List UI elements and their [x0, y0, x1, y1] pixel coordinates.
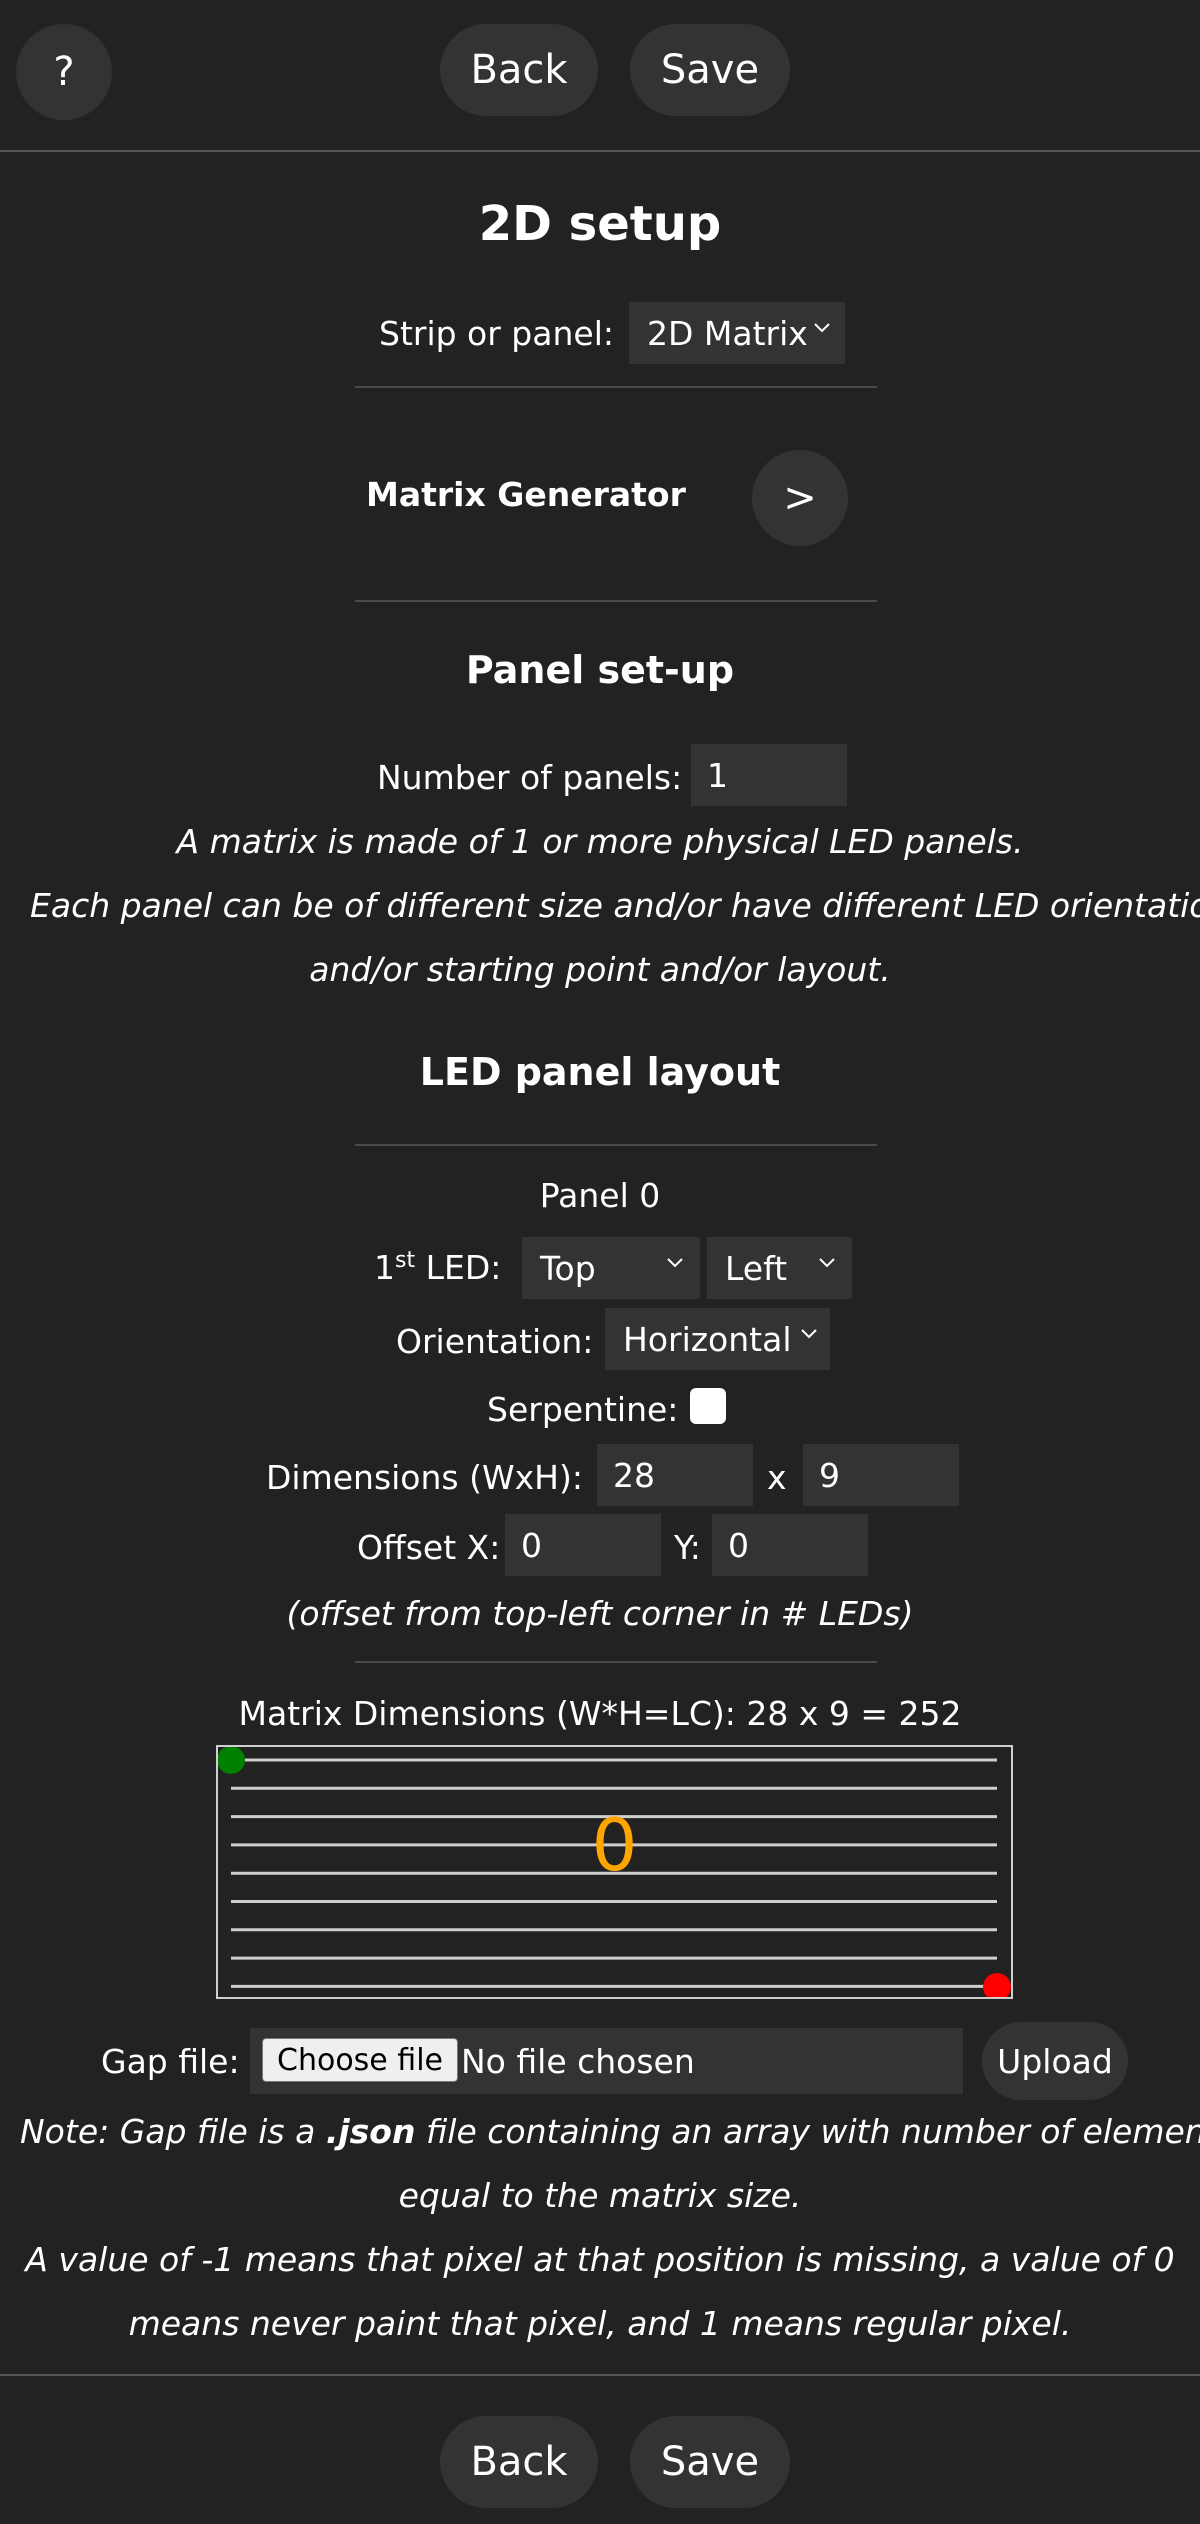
serpentine-label: Serpentine:: [487, 1390, 679, 1429]
num-panels-input[interactable]: 1: [691, 744, 847, 806]
orientation-select[interactable]: Horizontal: [605, 1308, 830, 1370]
panel-name: Panel 0: [539, 1176, 661, 1215]
panel-setup-heading: Panel set-up: [465, 648, 735, 692]
matrix-dimensions-text: Matrix Dimensions (W*H=LC): 28 x 9 = 252: [238, 1694, 962, 1733]
divider: [355, 600, 877, 602]
gap-file-note: A value of -1 means that pixel at that p…: [25, 2240, 1175, 2279]
strip-or-panel-label: Strip or panel:: [379, 314, 614, 353]
help-button[interactable]: ?: [16, 24, 112, 120]
strip-or-panel-select[interactable]: 2D Matrix: [629, 302, 845, 364]
gap-file-note-bold: .json: [325, 2112, 416, 2151]
divider: [355, 1661, 877, 1663]
top-divider: [0, 150, 1200, 152]
offset-x-label: Offset X:: [357, 1528, 501, 1567]
first-led-horizontal-value: Left: [725, 1248, 788, 1288]
first-led-superscript: st: [395, 1248, 416, 1273]
gap-file-note-pre: Note: Gap file is a: [20, 2112, 326, 2151]
first-led-vertical-value: Top: [540, 1248, 596, 1288]
chevron-down-icon: [819, 1258, 835, 1268]
width-input[interactable]: 28: [597, 1444, 753, 1506]
upload-button[interactable]: Upload: [982, 2022, 1128, 2100]
gap-file-input[interactable]: Choose file No file chosen: [250, 2028, 963, 2094]
matrix-generator-label: Matrix Generator: [366, 475, 686, 514]
first-led-label: 1st LED:: [374, 1248, 501, 1287]
chevron-down-icon: [814, 323, 830, 333]
offset-x-input[interactable]: 0: [505, 1514, 661, 1576]
save-button[interactable]: Save: [630, 2416, 790, 2508]
first-led-marker: [218, 1747, 245, 1774]
matrix-preview: 0: [216, 1745, 1013, 1999]
height-input[interactable]: 9: [803, 1444, 959, 1506]
gap-file-note: equal to the matrix size.: [398, 2176, 802, 2215]
orientation-value: Horizontal: [623, 1319, 792, 1359]
choose-file-button[interactable]: Choose file: [262, 2038, 458, 2082]
strip-or-panel-value: 2D Matrix: [647, 313, 808, 353]
orientation-label: Orientation:: [396, 1322, 594, 1361]
first-led-horizontal-select[interactable]: Left: [707, 1237, 852, 1299]
first-led-number: 1: [374, 1248, 395, 1287]
panel-setup-description: and/or starting point and/or layout.: [309, 950, 891, 989]
first-led-vertical-select[interactable]: Top: [522, 1237, 700, 1299]
bottom-divider: [0, 2374, 1200, 2376]
offset-y-label: Y:: [674, 1528, 701, 1567]
back-button[interactable]: Back: [440, 2416, 598, 2508]
serpentine-checkbox[interactable]: [690, 1388, 726, 1424]
panel-number-label: 0: [591, 1803, 638, 1887]
led-panel-layout-heading: LED panel layout: [419, 1050, 781, 1094]
num-panels-label: Number of panels:: [377, 758, 683, 797]
save-button[interactable]: Save: [630, 24, 790, 116]
divider: [355, 386, 877, 388]
chevron-down-icon: [667, 1258, 683, 1268]
gap-file-note-post: file containing an array with number of …: [415, 2112, 1200, 2151]
offset-y-input[interactable]: 0: [712, 1514, 868, 1576]
page-title: 2D setup: [478, 196, 722, 252]
gap-file-note: Note: Gap file is a .json file containin…: [20, 2112, 1200, 2151]
chevron-down-icon: [801, 1329, 817, 1339]
dimensions-separator: x: [767, 1458, 787, 1497]
divider: [355, 1144, 877, 1146]
panel-setup-description: Each panel can be of different size and/…: [30, 886, 1200, 925]
gap-file-label: Gap file:: [101, 2042, 240, 2081]
first-led-label-text: LED:: [425, 1248, 502, 1287]
file-status: No file chosen: [461, 2042, 695, 2081]
back-button[interactable]: Back: [440, 24, 598, 116]
last-led-marker: [983, 1973, 1011, 1997]
dimensions-label: Dimensions (WxH):: [266, 1458, 583, 1497]
panel-setup-description: A matrix is made of 1 or more physical L…: [176, 822, 1024, 861]
matrix-generator-toggle-button[interactable]: >: [752, 450, 848, 546]
offset-note: (offset from top-left corner in # LEDs): [286, 1594, 914, 1633]
gap-file-note: means never paint that pixel, and 1 mean…: [128, 2304, 1072, 2343]
